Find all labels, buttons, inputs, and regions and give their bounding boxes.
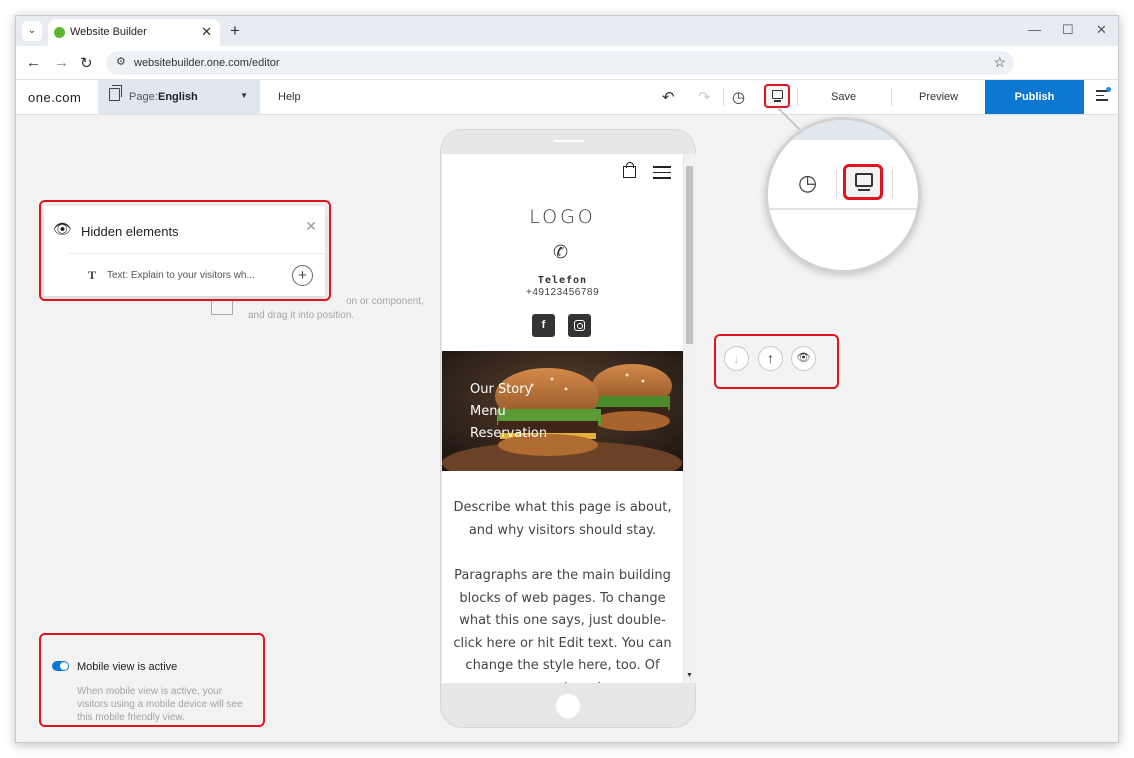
save-button[interactable]: Save [831, 91, 856, 103]
browser-window: ⌄ Website Builder ✕ + — ☐ ✕ ← → ↻ ⚙ webs… [15, 15, 1119, 743]
phone-number: +49123456789 [525, 287, 600, 298]
page-value: English [158, 91, 198, 103]
hero-image[interactable]: Our Story Menu Reservation [442, 351, 683, 471]
browser-tab[interactable]: Website Builder ✕ [48, 19, 220, 46]
bookmark-star-icon[interactable]: ☆ [993, 54, 1006, 71]
window-close-icon[interactable]: ✕ [1096, 22, 1107, 38]
tab-title: Website Builder [70, 26, 147, 38]
divider [891, 88, 892, 106]
favicon-icon [54, 27, 65, 38]
shopping-bag-icon[interactable] [623, 162, 636, 178]
highlight-frame [714, 334, 839, 389]
divider [723, 88, 724, 106]
paragraph-text[interactable]: Paragraphs are the main building blocks … [452, 565, 673, 683]
zoom-loupe: ◷ [765, 117, 921, 273]
onecom-logo: one.com [28, 90, 82, 105]
mobile-screen[interactable]: LOGO ✆ Telefon +49123456789 f Our Story … [442, 154, 683, 683]
address-bar[interactable]: ⚙ websitebuilder.one.com/editor ☆ [106, 51, 1014, 75]
editor-menu-icon[interactable] [1096, 87, 1111, 101]
site-logo[interactable]: LOGO [442, 206, 683, 228]
drag-component-icon [211, 299, 233, 315]
desktop-view-icon [772, 90, 783, 102]
caret-down-icon: ▼ [240, 91, 248, 100]
browser-toolbar: ← → ↻ ⚙ websitebuilder.one.com/editor ☆ [16, 46, 1118, 80]
divider [797, 88, 798, 106]
history-icon[interactable]: ◷ [732, 88, 745, 106]
nav-item-our-story[interactable]: Our Story [470, 379, 547, 401]
nav-item-reservation[interactable]: Reservation [470, 423, 547, 445]
divider [892, 170, 893, 198]
scrollbar-thumb[interactable] [686, 166, 693, 344]
scroll-down-arrow-icon[interactable]: ▼ [686, 672, 693, 679]
pages-icon [109, 85, 122, 101]
back-icon[interactable]: ← [26, 54, 41, 71]
divider [836, 170, 837, 198]
preview-button[interactable]: Preview [919, 91, 958, 103]
phone-icon: ✆ [553, 242, 569, 262]
instagram-icon[interactable] [568, 314, 591, 337]
nav-item-menu[interactable]: Menu [470, 401, 547, 423]
highlight-frame [39, 633, 265, 727]
desktop-view-button[interactable] [764, 84, 790, 108]
site-navigation: Our Story Menu Reservation [470, 379, 547, 445]
page-selector[interactable]: Page: English ▼ [98, 80, 260, 114]
tab-strip: ⌄ Website Builder ✕ + — ☐ ✕ [16, 16, 1118, 46]
history-icon: ◷ [798, 170, 818, 195]
phone-preview: LOGO ✆ Telefon +49123456789 f Our Story … [440, 129, 696, 728]
tab-close-icon[interactable]: ✕ [201, 24, 212, 40]
site-info-icon[interactable]: ⚙ [116, 55, 126, 68]
maximize-icon[interactable]: ☐ [1062, 22, 1074, 38]
page-prefix: Page: [129, 91, 158, 103]
desktop-view-button-zoomed [843, 164, 883, 200]
reload-icon[interactable]: ↻ [80, 54, 93, 72]
phone-speaker [554, 140, 584, 142]
tab-search-icon[interactable]: ⌄ [22, 21, 42, 41]
notification-dot [1106, 87, 1111, 92]
facebook-icon[interactable]: f [532, 314, 555, 337]
hamburger-menu-icon[interactable] [653, 166, 671, 183]
redo-icon[interactable]: ↷ [698, 88, 711, 106]
phone-home-button [556, 694, 580, 718]
undo-icon[interactable]: ↶ [662, 88, 675, 106]
editor-toolbar: one.com Page: English ▼ Help ↶ ↷ ◷ Save … [16, 80, 1118, 115]
url-text[interactable]: websitebuilder.one.com/editor [134, 57, 280, 69]
intro-text[interactable]: Describe what this page is about, and wh… [452, 497, 673, 542]
help-link[interactable]: Help [278, 91, 301, 103]
loupe-strip [768, 120, 918, 140]
minimize-icon[interactable]: — [1028, 22, 1041, 37]
highlight-frame [39, 200, 331, 301]
desktop-view-icon [855, 173, 873, 191]
publish-button[interactable]: Publish [985, 80, 1084, 114]
phone-scrollbar[interactable]: ▼ [684, 154, 696, 683]
telefon-label: Telefon [537, 275, 588, 286]
forward-icon[interactable]: → [54, 54, 69, 71]
new-tab-icon[interactable]: + [230, 21, 240, 41]
editor-canvas: on or component, and drag it into positi… [16, 115, 1118, 742]
